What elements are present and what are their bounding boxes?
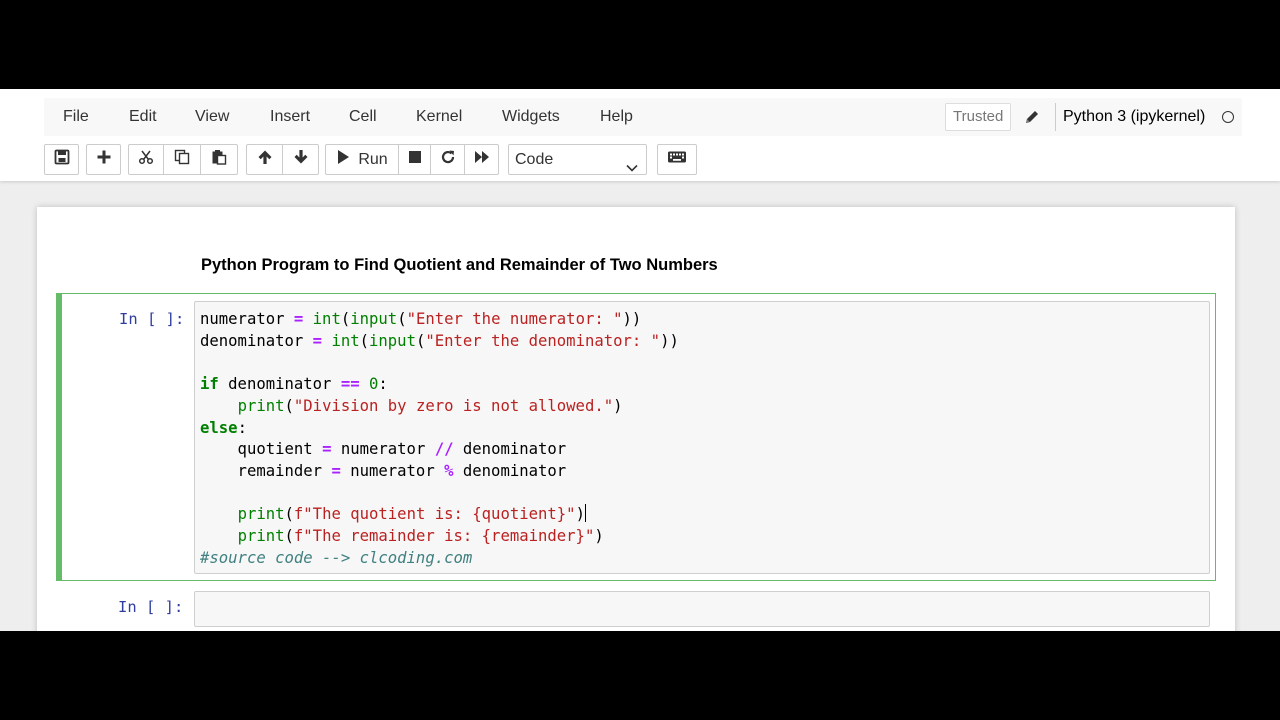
play-icon: [336, 149, 350, 170]
code-line: numerator = int(input("Enter the numerat…: [200, 310, 642, 328]
run-button-group: Run: [325, 144, 499, 175]
code-line: print(f"The remainder is: {remainder}"): [237, 527, 604, 546]
menu-kernel[interactable]: Kernel: [416, 98, 462, 136]
edit-button-group: [128, 144, 238, 175]
code-editor[interactable]: numerator = int(input("Enter the numerat…: [194, 301, 1210, 574]
header-divider: [1055, 103, 1056, 131]
notebook-header: File Edit View Insert Cell Kernel Widget…: [0, 89, 1280, 181]
arrow-down-icon: [293, 149, 309, 170]
menu-cell[interactable]: Cell: [349, 98, 377, 136]
move-button-group: [246, 144, 319, 175]
move-up-button[interactable]: [246, 144, 283, 175]
save-button[interactable]: [44, 144, 79, 175]
save-icon: [54, 149, 70, 170]
menu-help[interactable]: Help: [600, 98, 633, 136]
menu-edit[interactable]: Edit: [129, 98, 157, 136]
arrow-up-icon: [257, 149, 273, 170]
code-editor-empty[interactable]: [194, 591, 1210, 627]
run-label: Run: [358, 150, 388, 168]
code-line: else:: [200, 418, 247, 437]
copy-button[interactable]: [163, 144, 201, 175]
code-line: denominator = int(input("Enter the denom…: [200, 331, 679, 350]
scissors-icon: [138, 149, 154, 170]
cell-type-value: Code: [515, 151, 554, 168]
notebook-container: Python Program to Find Quotient and Rema…: [37, 207, 1235, 631]
markdown-heading[interactable]: Python Program to Find Quotient and Rema…: [201, 256, 718, 275]
chevron-down-icon: [626, 154, 638, 183]
copy-icon: [174, 149, 190, 170]
kernel-name[interactable]: Python 3 (ipykernel): [1063, 103, 1205, 131]
keyboard-icon: [667, 150, 687, 169]
pencil-icon[interactable]: [1023, 108, 1041, 126]
paste-button[interactable]: [200, 144, 238, 175]
text-cursor: [584, 504, 586, 523]
restart-icon: [440, 149, 456, 170]
code-line: print(f"The quotient is: {quotient}"): [237, 504, 586, 524]
menu-widgets[interactable]: Widgets: [502, 98, 560, 136]
command-palette-button[interactable]: [657, 144, 697, 175]
code-cell-empty[interactable]: In [ ]:: [56, 589, 1216, 631]
code-line: if denominator == 0:: [200, 375, 388, 394]
code-line: quotient = numerator // denominator: [200, 440, 567, 459]
menu-view[interactable]: View: [195, 98, 229, 136]
code-line: remainder = numerator % denominator: [200, 461, 567, 480]
stop-icon: [408, 150, 422, 169]
restart-kernel-button[interactable]: [430, 144, 465, 175]
selected-cell-indicator: [56, 293, 62, 581]
cut-button[interactable]: [128, 144, 164, 175]
kernel-idle-indicator-icon: [1222, 111, 1234, 123]
insert-cell-button[interactable]: [86, 144, 121, 175]
plus-icon: [96, 149, 112, 170]
code-line: print("Division by zero is not allowed."…: [237, 396, 623, 415]
paste-icon: [211, 149, 227, 170]
menu-file[interactable]: File: [63, 98, 89, 136]
code-line: #source code --> clcoding.com: [200, 548, 473, 567]
input-prompt-empty: In [ ]:: [118, 598, 184, 616]
cell-type-select[interactable]: Code: [508, 144, 647, 175]
code-cell-selected[interactable]: In [ ]: numerator = int(input("Enter the…: [56, 293, 1216, 581]
restart-run-all-button[interactable]: [464, 144, 499, 175]
trusted-badge[interactable]: Trusted: [945, 103, 1012, 131]
move-down-button[interactable]: [282, 144, 319, 175]
jupyter-window: File Edit View Insert Cell Kernel Widget…: [0, 89, 1280, 631]
interrupt-kernel-button[interactable]: [398, 144, 431, 175]
menu-insert[interactable]: Insert: [270, 98, 310, 136]
run-button[interactable]: Run: [325, 144, 399, 175]
input-prompt: In [ ]:: [119, 310, 185, 328]
code-content: numerator = int(input("Enter the numerat…: [200, 309, 679, 569]
fast-forward-icon: [474, 149, 490, 170]
